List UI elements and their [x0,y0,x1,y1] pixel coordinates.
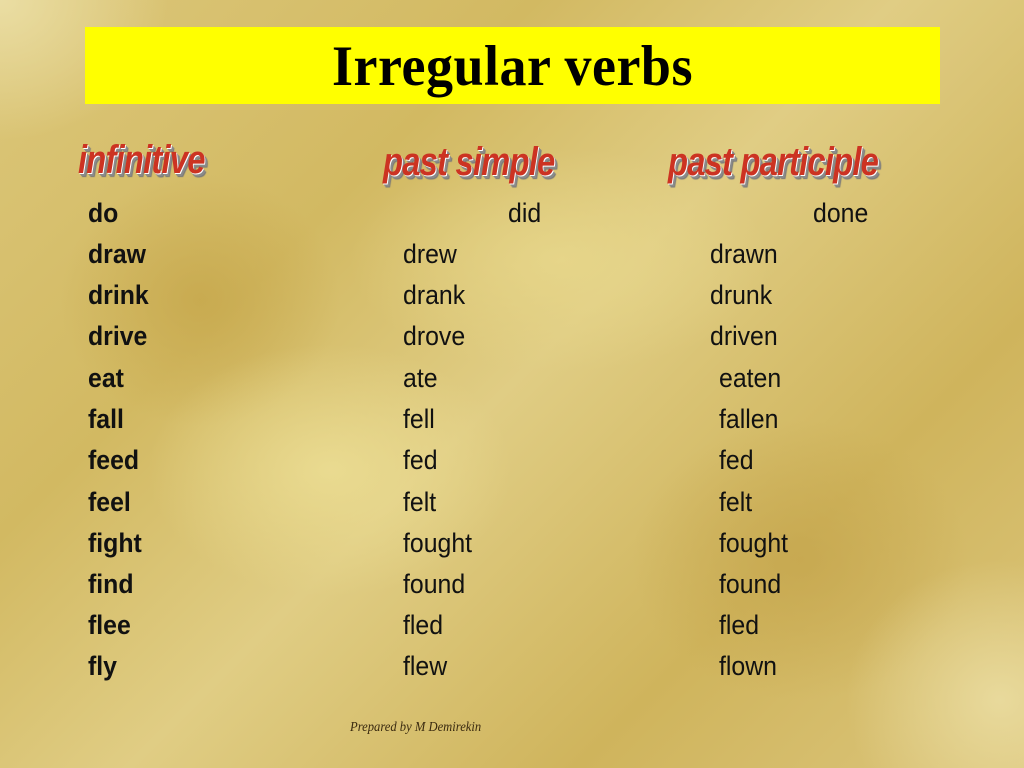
title-bar: Irregular verbs [85,27,940,104]
past-participle-cell: fought [719,528,789,558]
verb-row: fall fell fallen [0,404,1024,445]
verb-row: feel felt felt [0,487,1024,528]
infinitive-cell: fall [88,404,124,434]
infinitive-cell: find [88,569,134,599]
past-participle-cell: fallen [719,404,779,434]
author-credit: Prepared by M Demirekin [350,720,482,735]
infinitive-cell: draw [88,239,146,269]
verb-row: eat ate eaten [0,363,1024,404]
past-simple-cell: ate [403,363,438,393]
past-participle-cell: eaten [719,363,782,393]
past-participle-cell: done [813,198,869,228]
past-simple-cell: fell [403,404,435,434]
past-simple-cell: fled [403,610,444,640]
verb-row: drive drove driven [0,321,1024,362]
past-participle-cell: driven [710,321,778,351]
past-simple-cell: did [508,198,542,228]
infinitive-cell: drive [88,321,148,351]
infinitive-cell: fight [88,528,142,558]
past-simple-cell: drank [403,280,466,310]
past-simple-cell: fed [403,445,438,475]
infinitive-cell: flee [88,610,131,640]
past-participle-cell: fled [719,610,760,640]
verb-row: find found found [0,569,1024,610]
past-participle-cell: fed [719,445,754,475]
infinitive-cell: do [88,198,119,228]
column-heading-past-simple: past simple [383,140,555,184]
infinitive-cell: feel [88,487,131,517]
past-simple-cell: flew [403,651,448,681]
past-simple-cell: fought [403,528,473,558]
column-heading-infinitive: infinitive [78,138,205,182]
infinitive-cell: fly [88,651,117,681]
past-participle-cell: drunk [710,280,773,310]
infinitive-cell: drink [88,280,149,310]
verb-row: draw drew drawn [0,239,1024,280]
page-title: Irregular verbs [332,34,693,97]
verb-row: drink drank drunk [0,280,1024,321]
verb-row: do did done [0,198,1024,239]
verb-row: feed fed fed [0,445,1024,486]
past-participle-cell: drawn [710,239,778,269]
verb-row: flee fled fled [0,610,1024,651]
verb-row: fight fought fought [0,528,1024,569]
past-participle-cell: flown [719,651,777,681]
infinitive-cell: eat [88,363,124,393]
past-simple-cell: drove [403,321,466,351]
past-simple-cell: drew [403,239,457,269]
past-participle-cell: found [719,569,782,599]
past-participle-cell: felt [719,487,753,517]
infinitive-cell: feed [88,445,140,475]
past-simple-cell: felt [403,487,437,517]
column-heading-past-participle: past participle [668,140,879,184]
verb-row: fly flew flown [0,651,1024,692]
past-simple-cell: found [403,569,466,599]
